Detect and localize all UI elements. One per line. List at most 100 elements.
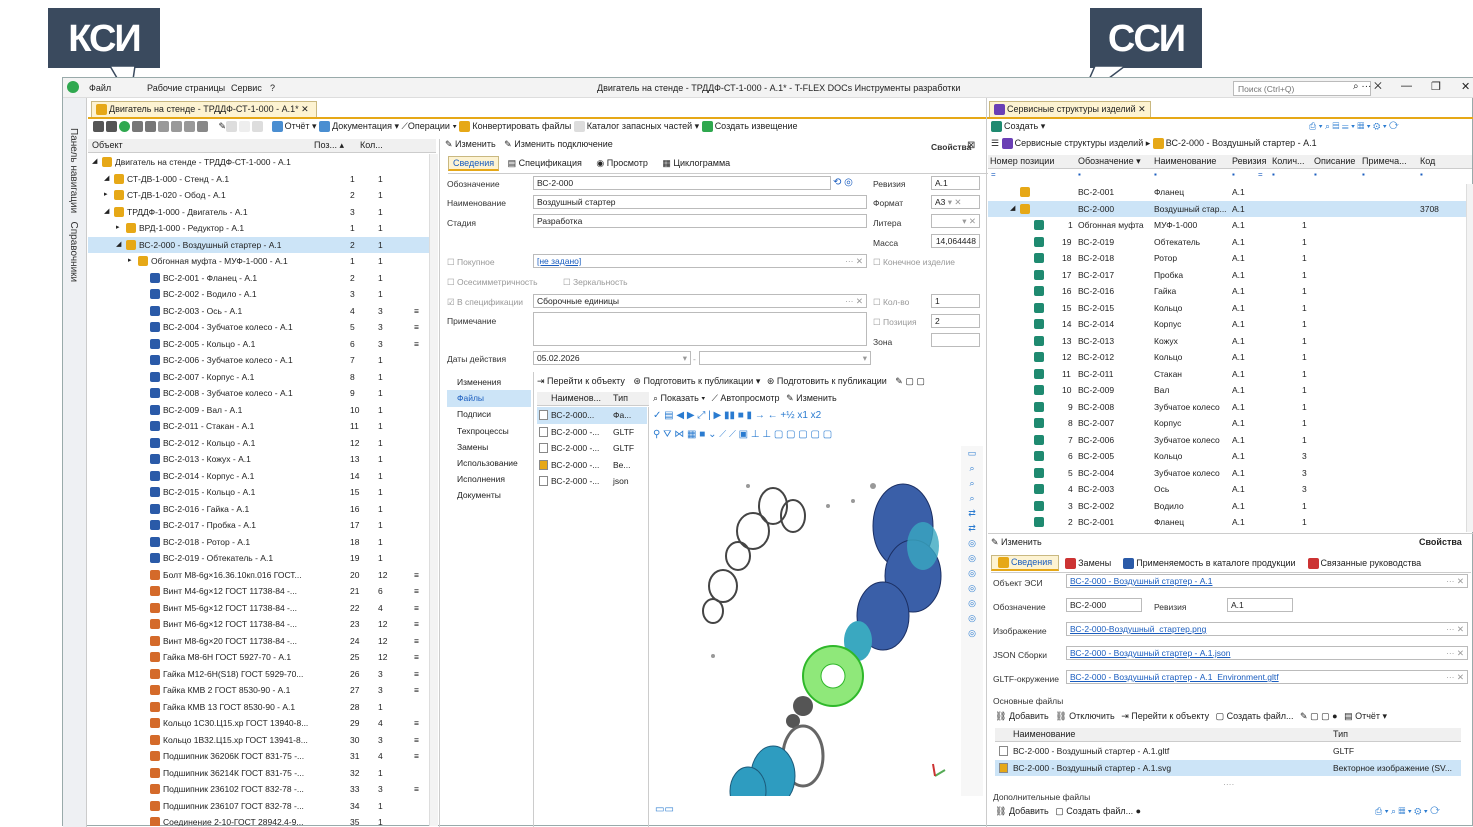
close-right-tab-icon[interactable]: ✕ bbox=[1138, 104, 1146, 114]
position-field[interactable]: 2 bbox=[931, 314, 980, 328]
table-icon[interactable] bbox=[171, 121, 182, 133]
tree-row[interactable]: ◢ Двигатель на стенде - ТРДДФ-СТ-1-000 - … bbox=[88, 154, 429, 171]
esi-field[interactable]: ВС-2-000 - Воздушный стартер - А.1 ··· ✕ bbox=[1066, 574, 1468, 588]
minimize-button[interactable]: — bbox=[1401, 80, 1412, 92]
tree-row[interactable]: Гайка М8-6Н ГОСТ 5927-70 - А.1 25 12 ≡ bbox=[88, 649, 429, 666]
save-icon[interactable] bbox=[226, 121, 238, 133]
tree-row[interactable]: Кольцо 1С30.Ц15.хр ГОСТ 13940-8... 29 4 ≡ bbox=[88, 715, 429, 732]
ssi-props-tab-1[interactable]: Замены bbox=[1059, 557, 1117, 570]
side-tab-0[interactable]: Изменения bbox=[447, 374, 531, 391]
structure-icon[interactable] bbox=[158, 121, 169, 133]
viewer-edit-button[interactable]: ✎ Изменить bbox=[786, 393, 837, 404]
files-report-button[interactable]: ▤ Отчёт ▾ bbox=[1344, 711, 1387, 722]
tree-row[interactable]: Винт М4-6g×12 ГОСТ 11738-84 -... 21 6 ≡ bbox=[88, 583, 429, 600]
ssi-row[interactable]: 13 ВС-2-013 Кожух А.1 1 bbox=[988, 333, 1466, 350]
tree-row[interactable]: ▸ Обгонная муфта - МУФ-1-000 - А.1 1 1 bbox=[88, 253, 429, 270]
export-icon[interactable] bbox=[252, 121, 264, 133]
menu-service[interactable]: Сервис bbox=[231, 83, 262, 93]
tree-row[interactable]: ВС-2-007 - Корпус - А.1 8 1 bbox=[88, 369, 429, 386]
side-tab-7[interactable]: Документы bbox=[447, 487, 531, 504]
ssi-row[interactable]: 14 ВС-2-014 Корпус А.1 1 bbox=[988, 316, 1466, 333]
final-checkbox[interactable]: ☐ Конечное изделие bbox=[873, 257, 955, 268]
side-tab-4[interactable]: Замены bbox=[447, 439, 531, 456]
tree-row[interactable]: ◢ ВС-2-000 - Воздушный стартер - А.1 2 1 bbox=[88, 236, 429, 253]
tree-row[interactable]: ВС-2-004 - Зубчатое колесо - А.1 5 3 ≡ bbox=[88, 319, 429, 336]
refresh-icon[interactable]: ⟲ ◎ bbox=[833, 177, 853, 188]
tree-row[interactable]: Подшипник 236107 ГОСТ 832-78 -... 34 1 bbox=[88, 798, 429, 815]
ssi-row[interactable]: 4 ВС-2-003 Ось А.1 3 bbox=[988, 481, 1466, 498]
main-file-row[interactable]: ВС-2-000 - Воздушный стартер - А.1.svg Ве… bbox=[995, 759, 1461, 776]
tree-row[interactable]: ВС-2-014 - Корпус - А.1 14 1 bbox=[88, 468, 429, 485]
side-tab-2[interactable]: Подписи bbox=[447, 406, 531, 423]
columns-icon[interactable] bbox=[184, 121, 195, 133]
splitter-mid[interactable] bbox=[986, 98, 987, 827]
catalog-button[interactable]: Каталог запасных частей ▾ bbox=[573, 121, 699, 133]
add-file-button[interactable]: ⛓ Добавить bbox=[995, 711, 1049, 722]
ssi-row[interactable]: 16 ВС-2-016 Гайка А.1 1 bbox=[988, 283, 1466, 300]
report-button[interactable]: Отчёт ▾ bbox=[271, 121, 317, 133]
tree-row[interactable]: Винт М6-6g×12 ГОСТ 11738-84 -... 23 12 ≡ bbox=[88, 616, 429, 633]
nav-panel-tab[interactable]: Панель навигации Справочники bbox=[68, 128, 79, 282]
tree-row[interactable]: Гайка КМВ 2 ГОСТ 8530-90 - А.1 27 3 ≡ bbox=[88, 682, 429, 699]
ssi-revision-field[interactable]: А.1 bbox=[1227, 598, 1293, 612]
splitter-dots[interactable]: ···· bbox=[1223, 779, 1234, 789]
close-tab-icon[interactable]: ✕ bbox=[301, 104, 309, 114]
file-row[interactable]: ВС-2-000 -... GLTF bbox=[537, 440, 647, 457]
col-qty[interactable]: Кол... bbox=[360, 140, 383, 150]
search-input[interactable] bbox=[1233, 81, 1371, 96]
search-icon[interactable]: ⌕ ··· ✕ bbox=[1353, 81, 1382, 92]
tree-row[interactable]: Кольцо 1В32.Ц15.хр ГОСТ 13941-8... 30 3 ≡ bbox=[88, 732, 429, 749]
position-checkbox[interactable]: ☐ Позиция bbox=[873, 317, 917, 328]
ssi-row[interactable]: 7 ВС-2-006 Зубчатое колесо А.1 1 bbox=[988, 432, 1466, 449]
side-tab-5[interactable]: Использование bbox=[447, 455, 531, 472]
ssi-row[interactable]: 11 ВС-2-011 Стакан А.1 1 bbox=[988, 366, 1466, 383]
tree-row[interactable]: Гайка М12-6Н(S18) ГОСТ 5929-70... 26 3 ≡ bbox=[88, 666, 429, 683]
tree-row[interactable]: ◢ СТ-ДВ-1-000 - Стенд - А.1 1 1 bbox=[88, 171, 429, 188]
ops-button[interactable]: ⟋Операции ▾ bbox=[402, 121, 457, 132]
col-pos-number[interactable]: Номер позиции bbox=[990, 156, 1054, 166]
menu-pages[interactable]: Рабочие страницы bbox=[147, 83, 225, 93]
purchased-checkbox[interactable]: ☐ Покупное bbox=[447, 257, 495, 268]
ssi-row[interactable]: 9 ВС-2-008 Зубчатое колесо А.1 1 bbox=[988, 399, 1466, 416]
col-rev[interactable]: Ревизия bbox=[1232, 156, 1266, 166]
extra-tools[interactable]: ⎙ ▾ ⌕ ▦ ▾ ⚙ ▾ ⟳ bbox=[1375, 806, 1440, 817]
name-field[interactable]: Воздушный стартер bbox=[533, 195, 867, 209]
tab-cyclo[interactable]: ▦ Циклограмма bbox=[656, 157, 736, 170]
convert-button[interactable]: Конвертировать файлы bbox=[459, 121, 571, 133]
ssi-row[interactable]: 19 ВС-2-019 Обтекатель А.1 1 bbox=[988, 234, 1466, 251]
ssi-props-tab-3[interactable]: Связанные руководства bbox=[1302, 557, 1428, 570]
col-desc[interactable]: Описание bbox=[1314, 156, 1355, 166]
tree-view-icon[interactable] bbox=[197, 121, 208, 133]
tree-row[interactable]: ◢ ТРДДФ-1-000 - Двигатель - А.1 3 1 bbox=[88, 204, 429, 221]
file-row[interactable]: ВС-2-000... Фа... bbox=[537, 407, 647, 424]
tree-row[interactable]: Винт М8-6g×20 ГОСТ 11738-84 -... 24 12 ≡ bbox=[88, 633, 429, 650]
col-qty[interactable]: Колич... bbox=[1272, 156, 1305, 166]
auto-preview-button[interactable]: ⟋ Автопросмотр bbox=[712, 393, 780, 404]
json-field[interactable]: ВС-2-000 - Воздушный стартер - А.1.json ·… bbox=[1066, 646, 1468, 660]
create-file-button[interactable]: ▢ Создать файл... bbox=[1216, 711, 1294, 722]
menu-file[interactable]: Файл bbox=[89, 83, 111, 93]
tree-row[interactable]: Гайка КМВ 13 ГОСТ 8530-90 - А.1 28 1 bbox=[88, 699, 429, 716]
gltf-field[interactable]: ВС-2-000 - Воздушный стартер - А.1_Envir… bbox=[1066, 670, 1468, 684]
extra-create-button[interactable]: ▢ Создать файл... ● bbox=[1055, 806, 1141, 817]
side-tab-6[interactable]: Исполнения bbox=[447, 471, 531, 488]
mirror-checkbox[interactable]: ☐ Зеркальность bbox=[563, 277, 628, 288]
date-to-field[interactable]: ▾ bbox=[699, 351, 871, 365]
expand-icon[interactable]: ◢ bbox=[1010, 201, 1015, 217]
edit-link-button[interactable]: ✎ Изменить подключение bbox=[504, 139, 613, 150]
main-file-row[interactable]: ВС-2-000 - Воздушный стартер - А.1.gltf G… bbox=[995, 743, 1461, 760]
tree-row[interactable]: Подшипник 36214К ГОСТ 831-75 -... 32 1 bbox=[88, 765, 429, 782]
ssi-row[interactable]: 8 ВС-2-007 Корпус А.1 1 bbox=[988, 415, 1466, 432]
file-row[interactable]: ВС-2-000 -... GLTF bbox=[537, 424, 647, 441]
menu-help[interactable]: ? bbox=[270, 83, 275, 93]
file-row[interactable]: ВС-2-000 -... json bbox=[537, 473, 647, 490]
ssi-designation-field[interactable]: ВС-2-000 bbox=[1066, 598, 1142, 612]
tree-row[interactable]: ВС-2-015 - Кольцо - А.1 15 1 bbox=[88, 484, 429, 501]
tree-row[interactable]: ВС-2-009 - Вал - А.1 10 1 bbox=[88, 402, 429, 419]
maximize-button[interactable]: ❐ bbox=[1431, 80, 1441, 93]
image-field[interactable]: ВС-2-000-Воздушный_стартер.png ··· ✕ bbox=[1066, 622, 1468, 636]
tree-row[interactable]: ВС-2-005 - Кольцо - А.1 6 3 ≡ bbox=[88, 336, 429, 353]
goto-button[interactable]: ⇥ Перейти к объекту bbox=[1121, 711, 1209, 722]
ssi-scrollbar[interactable] bbox=[1466, 184, 1473, 532]
col-name[interactable]: Наименование bbox=[1154, 156, 1216, 166]
